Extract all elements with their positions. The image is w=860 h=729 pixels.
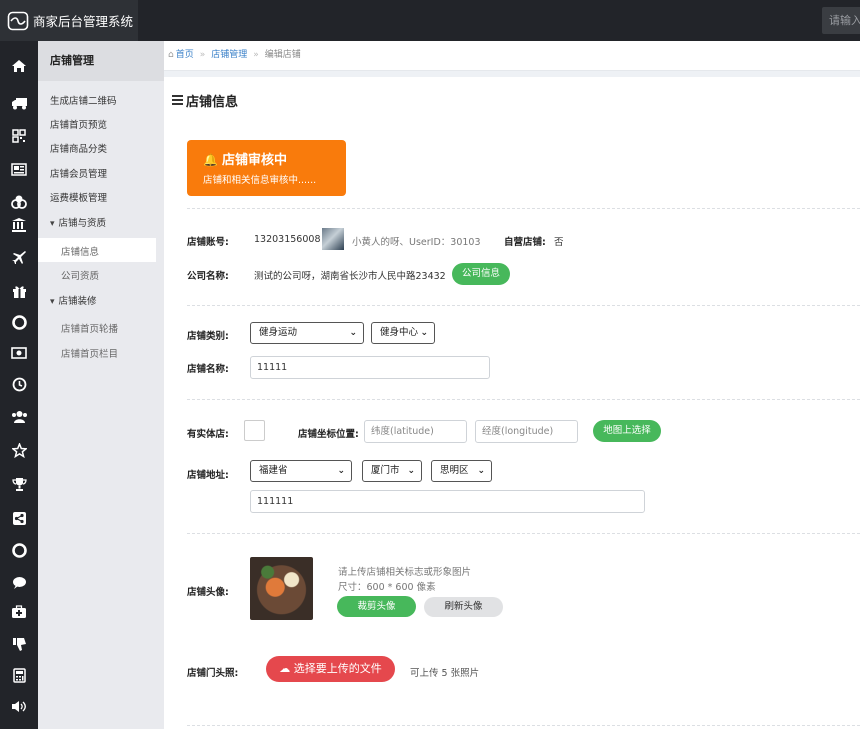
sidebar-item-company-qual[interactable]: 公司资质: [61, 268, 99, 282]
calculator-icon[interactable]: [9, 665, 29, 685]
sidebar-item-categories[interactable]: 店铺商品分类: [50, 141, 107, 155]
medkit-icon[interactable]: [9, 602, 29, 622]
thumbs-down-icon[interactable]: [9, 634, 29, 654]
home-icon[interactable]: [9, 56, 29, 76]
section-divider: [187, 305, 860, 306]
clock-icon[interactable]: [9, 374, 29, 394]
list-icon: [172, 95, 183, 107]
crop-avatar-button[interactable]: 裁剪头像: [337, 596, 416, 617]
sidebar-item-members[interactable]: 店铺会员管理: [50, 166, 107, 180]
account-value: 13203156008: [254, 234, 321, 245]
upload-hint: 可上传 5 张照片: [410, 668, 480, 679]
sidebar-header: 店铺管理: [38, 41, 164, 81]
store-name-input[interactable]: 11111: [250, 356, 490, 379]
self-operated-value: 否: [554, 237, 564, 248]
sidebar-item-shipping[interactable]: 运费模板管理: [50, 190, 107, 204]
icon-rail: [0, 41, 38, 729]
store-name-label: 店铺名称:: [187, 364, 229, 375]
page-title: 店铺信息: [172, 91, 238, 110]
sidebar-item-preview[interactable]: 店铺首页预览: [50, 117, 107, 131]
category-select-2[interactable]: 健身中心 ⌄: [371, 322, 435, 344]
money-icon[interactable]: [9, 343, 29, 363]
lifebuoy-icon[interactable]: [9, 312, 29, 332]
comment-icon[interactable]: [9, 573, 29, 593]
company-value: 测试的公司呀，湖南省长沙市人民中路23432: [254, 271, 446, 282]
star-icon[interactable]: [9, 440, 29, 460]
bank-icon[interactable]: [9, 214, 29, 234]
sidebar-group-qualification[interactable]: 店铺与资质: [50, 215, 107, 229]
coords-label: 店铺坐标位置:: [298, 429, 359, 440]
section-divider: [187, 533, 860, 534]
review-status-alert: 🔔 店铺审核中 店铺和相关信息审核中......: [187, 140, 346, 196]
chevron-down-icon: ⌄: [349, 328, 357, 338]
chevron-down-icon: ⌄: [337, 466, 345, 476]
alert-title: 🔔 店铺审核中: [203, 153, 287, 168]
gift-icon[interactable]: [9, 281, 29, 301]
company-info-button[interactable]: 公司信息: [452, 263, 510, 285]
qrcode-icon[interactable]: [9, 126, 29, 146]
users-icon[interactable]: [9, 407, 29, 427]
chevron-down-icon: ⌄: [477, 466, 485, 476]
sidebar-item-store-info[interactable]: 店铺信息: [61, 244, 99, 258]
sidebar-group-decoration[interactable]: 店铺装修: [50, 293, 97, 307]
latitude-input[interactable]: 纬度(latitude): [364, 420, 467, 443]
city-select[interactable]: 厦门市 ⌄: [362, 460, 422, 482]
avatar-size-hint: 尺寸：600 * 600 像素: [338, 582, 436, 593]
user-name: 小黄人的呀、UserID：30103: [352, 237, 481, 248]
account-label: 店铺账号:: [187, 237, 229, 248]
category-label: 店铺类别:: [187, 331, 229, 342]
address-detail-input[interactable]: 111111: [250, 490, 645, 513]
truck-icon[interactable]: [9, 93, 29, 113]
volume-icon[interactable]: [9, 696, 29, 716]
sidebar-item-carousel[interactable]: 店铺首页轮播: [61, 321, 118, 335]
section-divider: [187, 208, 860, 209]
share-icon[interactable]: [9, 508, 29, 528]
breadcrumb-store-manage[interactable]: 店铺管理: [211, 50, 247, 60]
category-select-1[interactable]: 健身运动 ⌄: [250, 322, 364, 344]
user-avatar: [322, 228, 344, 250]
cloud-upload-icon: ☁: [279, 662, 291, 675]
section-divider: [187, 399, 860, 400]
physical-store-label: 有实体店:: [187, 429, 229, 440]
self-operated-label: 自营店铺:: [504, 237, 546, 248]
alert-desc: 店铺和相关信息审核中......: [203, 175, 317, 186]
breadcrumb-home[interactable]: 首页: [176, 50, 194, 60]
refresh-avatar-button[interactable]: 刷新头像: [424, 597, 503, 617]
plane-icon[interactable]: [9, 247, 29, 267]
chevron-down-icon: ⌄: [420, 328, 428, 338]
district-select[interactable]: 思明区 ⌄: [431, 460, 492, 482]
bell-icon: 🔔: [203, 153, 218, 167]
section-divider: [187, 725, 860, 726]
top-bar: 商家后台管理系统 请输入: [0, 0, 860, 41]
door-photo-label: 店铺门头照:: [187, 668, 239, 679]
province-select[interactable]: 福建省 ⌄: [250, 460, 352, 482]
lifebuoy-icon[interactable]: [9, 540, 29, 560]
avatar-hint: 请上传店铺相关标志或形象图片: [338, 567, 472, 578]
map-select-button[interactable]: 地图上选择: [593, 420, 661, 442]
main-panel: 店铺信息 🔔 店铺审核中 店铺和相关信息审核中...... 店铺账号: 13203…: [164, 77, 860, 729]
breadcrumb-current: 编辑店铺: [264, 50, 301, 60]
sidebar-item-qrcode[interactable]: 生成店铺二维码: [50, 93, 117, 107]
address-label: 店铺地址:: [187, 470, 229, 481]
search-input[interactable]: 请输入: [822, 7, 860, 34]
trophy-icon[interactable]: [9, 474, 29, 494]
company-label: 公司名称:: [187, 271, 229, 282]
app-title: 商家后台管理系统: [33, 14, 134, 29]
cube-icon[interactable]: [9, 192, 29, 212]
avatar-label: 店铺头像:: [187, 587, 229, 598]
logo-area[interactable]: 商家后台管理系统: [0, 0, 138, 41]
logo-icon: [7, 11, 29, 30]
breadcrumb: ⌂ 首页 » 店铺管理 » 编辑店铺: [164, 41, 860, 71]
store-avatar-image: [250, 557, 313, 620]
sidebar-item-columns[interactable]: 店铺首页栏目: [61, 346, 118, 360]
upload-file-button[interactable]: ☁ 选择要上传的文件: [266, 656, 395, 682]
home-icon: ⌂: [168, 50, 174, 60]
secondary-sidebar: 店铺管理 生成店铺二维码 店铺首页预览 店铺商品分类 店铺会员管理 运费模板管理…: [38, 41, 164, 729]
newspaper-icon[interactable]: [9, 159, 29, 179]
longitude-input[interactable]: 经度(longitude): [475, 420, 578, 443]
breadcrumb-separator: »: [253, 50, 259, 60]
physical-store-checkbox[interactable]: [244, 420, 265, 441]
chevron-down-icon: ⌄: [407, 466, 415, 476]
breadcrumb-separator: »: [199, 50, 206, 60]
